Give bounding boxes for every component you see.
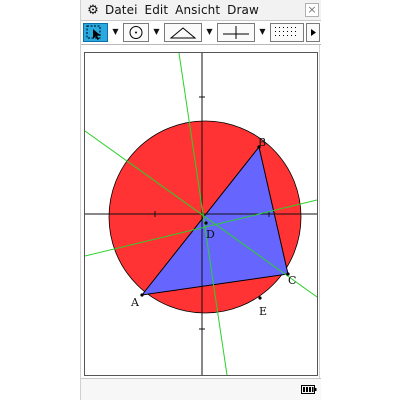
- axes-tool-button[interactable]: [217, 23, 255, 42]
- menu-ansicht[interactable]: Ansicht: [175, 3, 220, 17]
- app-window: ⚙ Datei Edit Ansicht Draw × ▼ ▼ ▼ ▼ A B …: [80, 0, 321, 400]
- label-a: A: [130, 296, 140, 309]
- triangle-icon: [169, 27, 197, 39]
- select-tool-button[interactable]: [83, 23, 108, 42]
- menu-edit[interactable]: Edit: [145, 3, 169, 17]
- axes-icon: [223, 26, 249, 39]
- axes-tool-dropdown[interactable]: ▼: [257, 23, 268, 42]
- circle-icon: [129, 26, 143, 39]
- grid-icon: [275, 27, 296, 36]
- select-tool-dropdown[interactable]: ▼: [110, 23, 121, 42]
- triangle-tool-dropdown[interactable]: ▼: [204, 23, 215, 42]
- circle-tool-button[interactable]: [123, 23, 149, 42]
- menu-draw[interactable]: Draw: [227, 3, 259, 17]
- label-e: E: [259, 305, 267, 318]
- toolbar: ▼ ▼ ▼ ▼: [81, 21, 321, 45]
- menu-datei[interactable]: Datei: [105, 3, 138, 17]
- triangle-tool-button[interactable]: [164, 23, 202, 42]
- grid-tool-button[interactable]: [270, 23, 304, 42]
- menu-bar: ⚙ Datei Edit Ansicht Draw ×: [81, 0, 321, 21]
- point-d[interactable]: [204, 221, 208, 225]
- play-right-icon: [311, 29, 316, 36]
- geometry-view[interactable]: A B C D E: [85, 53, 317, 375]
- gear-icon[interactable]: ⚙: [85, 3, 101, 18]
- point-a[interactable]: [140, 293, 144, 297]
- point-e[interactable]: [258, 296, 262, 300]
- drawing-canvas[interactable]: A B C D E: [84, 52, 318, 376]
- battery-icon: [301, 385, 317, 394]
- close-button[interactable]: ×: [305, 3, 319, 17]
- circle-tool-dropdown[interactable]: ▼: [151, 23, 162, 42]
- status-bar: [81, 378, 321, 400]
- label-b: B: [258, 136, 266, 149]
- toolbar-more-button[interactable]: [306, 23, 320, 42]
- select-arrow-icon: [86, 25, 101, 40]
- label-c: C: [288, 274, 296, 287]
- label-d: D: [206, 228, 215, 241]
